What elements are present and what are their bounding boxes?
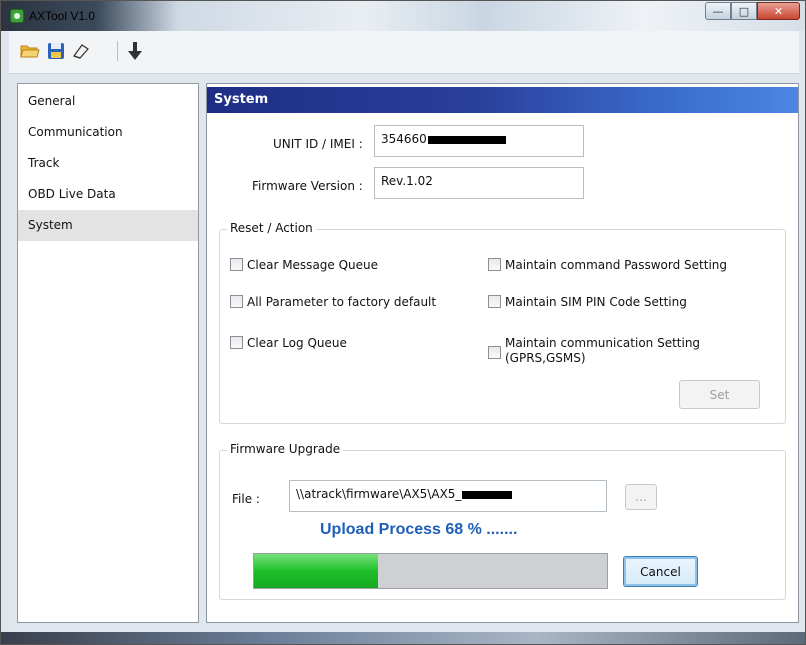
sidebar-item-obd-live-data[interactable]: OBD Live Data: [18, 179, 198, 210]
app-window: AXTool V1.0 — □ ✕ General Communication …: [0, 0, 806, 645]
maintain-communication-sublabel: (GPRS,GSMS): [505, 351, 586, 365]
file-path-value: \\atrack\firmware\AX5\AX5_: [296, 487, 462, 501]
window-controls: — □ ✕: [705, 2, 800, 22]
window-bottom-edge: [1, 632, 805, 644]
folder-open-icon: [20, 45, 40, 58]
title-bar[interactable]: AXTool V1.0 — □ ✕: [1, 1, 805, 31]
maximize-icon: □: [738, 4, 750, 18]
close-icon: ✕: [773, 4, 784, 18]
file-label: File :: [232, 492, 260, 506]
system-panel: System UNIT ID / IMEI : 354660 Firmware …: [206, 83, 799, 623]
unit-id-label: UNIT ID / IMEI :: [273, 137, 363, 151]
window-title: AXTool V1.0: [29, 9, 96, 23]
cancel-button[interactable]: Cancel: [623, 556, 698, 587]
sidebar-item-general[interactable]: General: [18, 86, 198, 117]
download-arrow-icon: [128, 42, 142, 60]
maintain-password-label: Maintain command Password Setting: [505, 258, 727, 272]
firmware-upgrade-group: Firmware Upgrade File : \\atrack\firmwar…: [219, 442, 786, 600]
clear-log-queue-checkbox[interactable]: [230, 336, 243, 349]
close-button[interactable]: ✕: [757, 2, 800, 20]
unit-id-value: 354660: [381, 132, 427, 146]
maintain-sim-pin-label: Maintain SIM PIN Code Setting: [505, 295, 687, 309]
sidebar-item-system[interactable]: System: [18, 210, 198, 241]
save-button[interactable]: [45, 40, 67, 62]
reset-action-title: Reset / Action: [227, 221, 316, 235]
eraser-button[interactable]: [70, 40, 92, 62]
sidebar-item-track[interactable]: Track: [18, 148, 198, 179]
maintain-password-checkbox[interactable]: [488, 258, 501, 271]
reset-action-group: Reset / Action Clear Message Queue All P…: [219, 221, 786, 424]
file-path-field[interactable]: \\atrack\firmware\AX5\AX5_: [289, 480, 607, 512]
app-icon: [10, 9, 24, 23]
clear-log-queue-label: Clear Log Queue: [247, 336, 347, 350]
sidebar-item-communication[interactable]: Communication: [18, 117, 198, 148]
factory-default-checkbox[interactable]: [230, 295, 243, 308]
redaction-bar: [462, 490, 513, 499]
clear-message-queue-checkbox[interactable]: [230, 258, 243, 271]
maintain-communication-checkbox[interactable]: [488, 346, 501, 359]
firmware-upgrade-title: Firmware Upgrade: [227, 442, 344, 456]
browse-button[interactable]: ...: [625, 484, 657, 510]
firmware-version-label: Firmware Version :: [252, 179, 363, 193]
download-button[interactable]: [124, 40, 146, 62]
set-button[interactable]: Set: [679, 380, 760, 409]
minimize-button[interactable]: —: [705, 2, 731, 20]
minimize-icon: —: [712, 4, 724, 18]
toolbar-separator: [117, 41, 118, 61]
open-button[interactable]: [19, 40, 41, 62]
factory-default-label: All Parameter to factory default: [247, 295, 437, 309]
maintain-sim-pin-checkbox[interactable]: [488, 295, 501, 308]
clear-message-queue-label: Clear Message Queue: [247, 258, 379, 272]
toolbar: [9, 31, 799, 74]
save-icon: [48, 43, 64, 59]
firmware-version-field[interactable]: Rev.1.02: [374, 167, 584, 199]
upload-status-text: Upload Process 68 % .......: [320, 521, 518, 538]
upload-progress-fill: [254, 554, 378, 588]
maintain-communication-label: Maintain communication Setting: [505, 336, 701, 350]
panel-header: System: [207, 87, 798, 113]
redaction-bar: [427, 135, 506, 144]
eraser-icon: [73, 44, 89, 59]
upload-progress-bar: [253, 553, 608, 589]
sidebar: General Communication Track OBD Live Dat…: [17, 83, 199, 623]
unit-id-field[interactable]: 354660: [374, 125, 584, 157]
maximize-button[interactable]: □: [731, 2, 757, 20]
